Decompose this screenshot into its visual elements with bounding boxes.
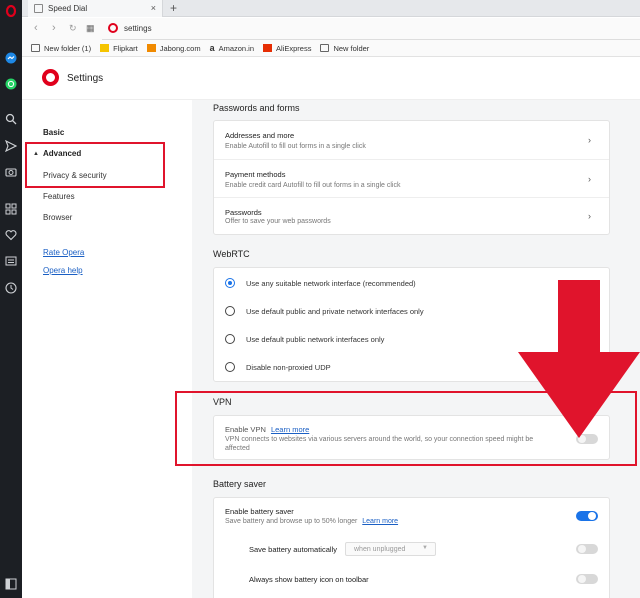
bookmark-aliexpress[interactable]: AliExpress [263, 44, 311, 53]
payment-methods-row[interactable]: Payment methods Enable credit card Autof… [214, 159, 609, 197]
tab-title: Speed Dial [48, 4, 88, 13]
camera-icon[interactable] [5, 166, 17, 178]
page-title: Settings [67, 73, 104, 84]
bookmark-label: Jabong.com [159, 43, 201, 53]
back-icon[interactable]: ‹ [34, 22, 38, 34]
webrtc-radio-disable-udp[interactable] [225, 362, 235, 372]
bookmark-label: New folder [333, 43, 370, 53]
battery-learn-more-link[interactable]: Learn more [362, 518, 398, 525]
new-tab-button[interactable]: + [170, 1, 177, 15]
history-icon[interactable] [5, 282, 17, 294]
addresses-title: Addresses and more [225, 131, 295, 140]
passwords-row[interactable]: Passwords Offer to save your web passwor… [214, 197, 609, 235]
bookmark-new-folder[interactable]: New folder [320, 44, 369, 53]
battery-enable-label: Enable battery saver [225, 507, 294, 516]
passwords-title: Passwords [225, 208, 262, 217]
battery-auto-select-value: when unplugged [354, 546, 406, 553]
forward-icon[interactable]: › [52, 22, 56, 34]
webrtc-option-label: Use any suitable network interface (reco… [246, 279, 416, 288]
chevron-right-icon: › [588, 174, 591, 184]
speed-dial-icon[interactable] [5, 203, 17, 215]
battery-saver-toggle[interactable] [576, 511, 598, 521]
battery-enable-subtitle: Save battery and browse up to 50% longer [225, 518, 358, 525]
bookmark-label: Flipkart [113, 43, 138, 53]
passwords-section-title: Passwords and forms [213, 103, 300, 113]
webrtc-section-title: WebRTC [213, 249, 250, 259]
toggle-knob [588, 512, 596, 520]
aliexpress-icon [263, 44, 273, 52]
battery-card: Enable battery saver Save battery and br… [213, 497, 610, 598]
bookmark-label: New folder (1) [44, 43, 92, 53]
news-icon[interactable] [5, 255, 17, 267]
bookmark-jabong[interactable]: Jabong.com [146, 43, 201, 53]
webrtc-radio-public[interactable] [225, 334, 235, 344]
webrtc-option-label: Disable non-proxied UDP [246, 363, 331, 372]
webrtc-radio-public-private[interactable] [225, 306, 235, 316]
nav-features[interactable]: Features [43, 192, 75, 201]
folder-icon [31, 44, 40, 52]
speed-dial-tab-icon [34, 4, 43, 13]
webrtc-radio-any[interactable] [225, 278, 235, 288]
chevron-down-icon: ▼ [422, 545, 428, 551]
payment-methods-title: Payment methods [225, 170, 286, 179]
passwords-subtitle: Offer to save your web passwords [225, 218, 331, 225]
reload-icon[interactable]: ↻ [69, 23, 77, 34]
bookmark-flipkart[interactable]: Flipkart [100, 44, 138, 53]
tabs-grid-icon[interactable]: ▦ [86, 23, 95, 34]
battery-icon-toggle[interactable] [576, 574, 598, 584]
chevron-right-icon: › [588, 135, 591, 145]
bookmark-amazon[interactable]: a Amazon.in [210, 44, 254, 53]
webrtc-option-label: Use default public and private network i… [246, 307, 424, 316]
address-input[interactable]: settings [124, 24, 152, 33]
opera-help-link[interactable]: Opera help [43, 266, 83, 275]
opera-address-icon [108, 23, 118, 33]
heart-icon[interactable] [5, 229, 17, 241]
opera-logo-icon [42, 69, 59, 86]
toggle-knob [578, 545, 586, 553]
payment-methods-subtitle: Enable credit card Autofill to fill out … [225, 182, 401, 189]
rate-opera-link[interactable]: Rate Opera [43, 248, 84, 257]
jabong-icon [146, 44, 156, 52]
bookmark-new-folder-1[interactable]: New folder (1) [31, 44, 91, 53]
close-tab-icon[interactable]: × [151, 3, 156, 13]
battery-auto-toggle[interactable] [576, 544, 598, 554]
opera-sidebar [0, 0, 22, 598]
send-icon[interactable] [5, 140, 17, 152]
amazon-icon: a [209, 43, 215, 53]
address-bar-row: ‹ › ↻ ▦ settings [22, 18, 640, 40]
toggle-knob [578, 575, 586, 583]
bookmark-label: AliExpress [276, 43, 312, 53]
messenger-icon[interactable] [5, 52, 17, 64]
addresses-subtitle: Enable Autofill to fill out forms in a s… [225, 143, 366, 150]
addresses-row[interactable]: Addresses and more Enable Autofill to fi… [214, 121, 609, 159]
folder-icon [320, 44, 330, 52]
flipkart-icon [100, 44, 110, 52]
search-icon[interactable] [5, 113, 17, 125]
bookmark-label: Amazon.in [218, 43, 255, 53]
nav-browser[interactable]: Browser [43, 213, 72, 222]
battery-auto-label: Save battery automatically [249, 545, 337, 554]
passwords-card: Addresses and more Enable Autofill to fi… [213, 120, 610, 235]
tab-speed-dial[interactable]: Speed Dial × [28, 0, 163, 17]
whatsapp-icon[interactable] [5, 78, 17, 90]
battery-section-title: Battery saver [213, 479, 267, 489]
advanced-highlight-box [25, 142, 165, 188]
battery-auto-select[interactable]: when unplugged ▼ [345, 542, 436, 556]
chevron-right-icon: › [588, 211, 591, 221]
webrtc-option-label: Use default public network interfaces on… [246, 335, 385, 344]
tab-strip: Speed Dial × + [22, 0, 640, 17]
down-arrow-icon [518, 280, 640, 438]
battery-enable-row-sub: Save battery and browse up to 50% longer… [225, 518, 398, 525]
opera-menu-icon[interactable] [5, 5, 17, 17]
sidebar-toggle-icon[interactable] [5, 578, 17, 590]
bookmarks-bar: New folder (1) Flipkart Jabong.com a Ama… [22, 40, 640, 57]
battery-show-icon-label: Always show battery icon on toolbar [249, 575, 369, 584]
nav-basic[interactable]: Basic [43, 128, 64, 137]
settings-header: Settings [22, 57, 640, 100]
